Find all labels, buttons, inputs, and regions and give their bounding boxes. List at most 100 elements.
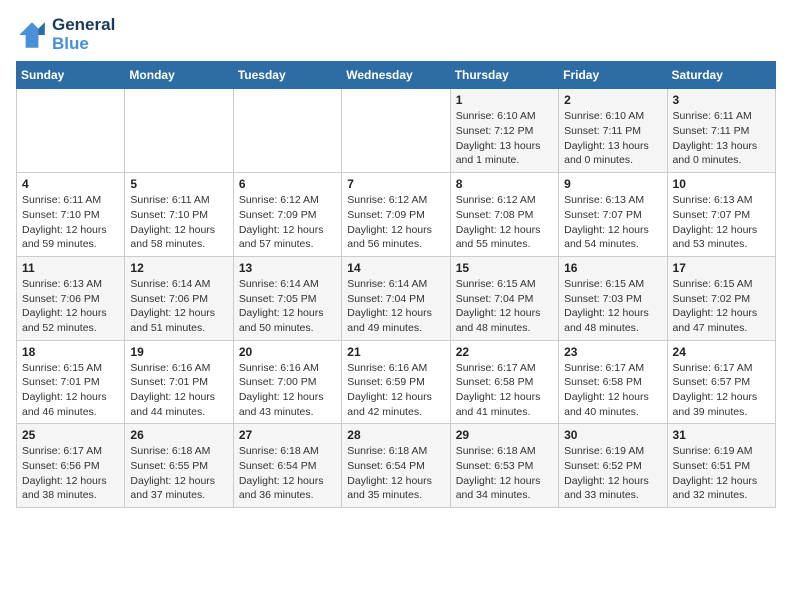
day-number: 13 [239, 261, 336, 275]
day-number: 31 [673, 428, 770, 442]
day-info: Sunrise: 6:10 AM Sunset: 7:11 PM Dayligh… [564, 109, 661, 168]
logo-icon [16, 19, 48, 51]
day-number: 2 [564, 93, 661, 107]
day-number: 8 [456, 177, 553, 191]
calendar-week-row: 4 Sunrise: 6:11 AM Sunset: 7:10 PM Daylig… [17, 173, 776, 257]
day-number: 18 [22, 345, 119, 359]
calendar-week-row: 18 Sunrise: 6:15 AM Sunset: 7:01 PM Dayli… [17, 340, 776, 424]
calendar-cell: 7 Sunrise: 6:12 AM Sunset: 7:09 PM Daylig… [342, 173, 450, 257]
day-number: 22 [456, 345, 553, 359]
calendar-cell: 3 Sunrise: 6:11 AM Sunset: 7:11 PM Daylig… [667, 89, 775, 173]
day-info: Sunrise: 6:19 AM Sunset: 6:51 PM Dayligh… [673, 444, 770, 503]
column-header-thursday: Thursday [450, 62, 558, 89]
day-info: Sunrise: 6:14 AM Sunset: 7:04 PM Dayligh… [347, 277, 444, 336]
calendar-cell: 4 Sunrise: 6:11 AM Sunset: 7:10 PM Daylig… [17, 173, 125, 257]
day-info: Sunrise: 6:13 AM Sunset: 7:07 PM Dayligh… [564, 193, 661, 252]
page-header: General Blue [16, 16, 776, 53]
calendar-cell: 8 Sunrise: 6:12 AM Sunset: 7:08 PM Daylig… [450, 173, 558, 257]
day-number: 12 [130, 261, 227, 275]
logo: General Blue [16, 16, 115, 53]
day-number: 28 [347, 428, 444, 442]
day-number: 23 [564, 345, 661, 359]
day-number: 4 [22, 177, 119, 191]
column-header-tuesday: Tuesday [233, 62, 341, 89]
calendar-cell: 18 Sunrise: 6:15 AM Sunset: 7:01 PM Dayli… [17, 340, 125, 424]
calendar-cell [125, 89, 233, 173]
calendar-cell: 31 Sunrise: 6:19 AM Sunset: 6:51 PM Dayli… [667, 424, 775, 508]
day-info: Sunrise: 6:18 AM Sunset: 6:54 PM Dayligh… [239, 444, 336, 503]
day-info: Sunrise: 6:15 AM Sunset: 7:04 PM Dayligh… [456, 277, 553, 336]
day-number: 1 [456, 93, 553, 107]
day-info: Sunrise: 6:19 AM Sunset: 6:52 PM Dayligh… [564, 444, 661, 503]
day-info: Sunrise: 6:13 AM Sunset: 7:07 PM Dayligh… [673, 193, 770, 252]
day-info: Sunrise: 6:15 AM Sunset: 7:03 PM Dayligh… [564, 277, 661, 336]
day-info: Sunrise: 6:14 AM Sunset: 7:06 PM Dayligh… [130, 277, 227, 336]
calendar-cell: 20 Sunrise: 6:16 AM Sunset: 7:00 PM Dayli… [233, 340, 341, 424]
calendar-cell: 22 Sunrise: 6:17 AM Sunset: 6:58 PM Dayli… [450, 340, 558, 424]
day-info: Sunrise: 6:16 AM Sunset: 7:00 PM Dayligh… [239, 361, 336, 420]
column-header-monday: Monday [125, 62, 233, 89]
calendar-week-row: 1Sunrise: 6:10 AM Sunset: 7:12 PM Daylig… [17, 89, 776, 173]
calendar-cell: 27Sunrise: 6:18 AM Sunset: 6:54 PM Dayli… [233, 424, 341, 508]
day-info: Sunrise: 6:17 AM Sunset: 6:58 PM Dayligh… [564, 361, 661, 420]
calendar-table: SundayMondayTuesdayWednesdayThursdayFrid… [16, 61, 776, 508]
calendar-cell: 14 Sunrise: 6:14 AM Sunset: 7:04 PM Dayli… [342, 256, 450, 340]
day-number: 10 [673, 177, 770, 191]
calendar-week-row: 25 Sunrise: 6:17 AM Sunset: 6:56 PM Dayli… [17, 424, 776, 508]
calendar-cell [17, 89, 125, 173]
day-info: Sunrise: 6:17 AM Sunset: 6:56 PM Dayligh… [22, 444, 119, 503]
column-header-sunday: Sunday [17, 62, 125, 89]
calendar-cell: 5 Sunrise: 6:11 AM Sunset: 7:10 PM Daylig… [125, 173, 233, 257]
calendar-cell: 11Sunrise: 6:13 AM Sunset: 7:06 PM Dayli… [17, 256, 125, 340]
calendar-cell: 29Sunrise: 6:18 AM Sunset: 6:53 PM Dayli… [450, 424, 558, 508]
day-info: Sunrise: 6:14 AM Sunset: 7:05 PM Dayligh… [239, 277, 336, 336]
calendar-cell: 26 Sunrise: 6:18 AM Sunset: 6:55 PM Dayli… [125, 424, 233, 508]
day-number: 17 [673, 261, 770, 275]
calendar-cell: 1Sunrise: 6:10 AM Sunset: 7:12 PM Daylig… [450, 89, 558, 173]
calendar-cell: 21 Sunrise: 6:16 AM Sunset: 6:59 PM Dayli… [342, 340, 450, 424]
day-number: 24 [673, 345, 770, 359]
calendar-cell: 28 Sunrise: 6:18 AM Sunset: 6:54 PM Dayli… [342, 424, 450, 508]
calendar-cell [233, 89, 341, 173]
day-info: Sunrise: 6:13 AM Sunset: 7:06 PM Dayligh… [22, 277, 119, 336]
day-info: Sunrise: 6:12 AM Sunset: 7:08 PM Dayligh… [456, 193, 553, 252]
day-number: 16 [564, 261, 661, 275]
day-number: 26 [130, 428, 227, 442]
calendar-cell: 6Sunrise: 6:12 AM Sunset: 7:09 PM Daylig… [233, 173, 341, 257]
day-number: 5 [130, 177, 227, 191]
day-info: Sunrise: 6:16 AM Sunset: 6:59 PM Dayligh… [347, 361, 444, 420]
day-info: Sunrise: 6:18 AM Sunset: 6:53 PM Dayligh… [456, 444, 553, 503]
day-info: Sunrise: 6:15 AM Sunset: 7:01 PM Dayligh… [22, 361, 119, 420]
day-number: 19 [130, 345, 227, 359]
day-info: Sunrise: 6:17 AM Sunset: 6:58 PM Dayligh… [456, 361, 553, 420]
column-header-wednesday: Wednesday [342, 62, 450, 89]
calendar-cell: 25 Sunrise: 6:17 AM Sunset: 6:56 PM Dayli… [17, 424, 125, 508]
calendar-cell: 16 Sunrise: 6:15 AM Sunset: 7:03 PM Dayli… [559, 256, 667, 340]
day-number: 20 [239, 345, 336, 359]
day-number: 21 [347, 345, 444, 359]
calendar-cell: 30 Sunrise: 6:19 AM Sunset: 6:52 PM Dayli… [559, 424, 667, 508]
day-info: Sunrise: 6:18 AM Sunset: 6:55 PM Dayligh… [130, 444, 227, 503]
column-header-friday: Friday [559, 62, 667, 89]
day-info: Sunrise: 6:18 AM Sunset: 6:54 PM Dayligh… [347, 444, 444, 503]
day-number: 25 [22, 428, 119, 442]
calendar-cell: 24 Sunrise: 6:17 AM Sunset: 6:57 PM Dayli… [667, 340, 775, 424]
day-info: Sunrise: 6:17 AM Sunset: 6:57 PM Dayligh… [673, 361, 770, 420]
day-number: 3 [673, 93, 770, 107]
day-info: Sunrise: 6:12 AM Sunset: 7:09 PM Dayligh… [347, 193, 444, 252]
calendar-cell: 9Sunrise: 6:13 AM Sunset: 7:07 PM Daylig… [559, 173, 667, 257]
day-info: Sunrise: 6:11 AM Sunset: 7:10 PM Dayligh… [22, 193, 119, 252]
calendar-cell: 10 Sunrise: 6:13 AM Sunset: 7:07 PM Dayli… [667, 173, 775, 257]
calendar-cell: 15Sunrise: 6:15 AM Sunset: 7:04 PM Dayli… [450, 256, 558, 340]
calendar-cell: 12 Sunrise: 6:14 AM Sunset: 7:06 PM Dayli… [125, 256, 233, 340]
day-number: 30 [564, 428, 661, 442]
day-info: Sunrise: 6:15 AM Sunset: 7:02 PM Dayligh… [673, 277, 770, 336]
day-number: 7 [347, 177, 444, 191]
calendar-cell: 17 Sunrise: 6:15 AM Sunset: 7:02 PM Dayli… [667, 256, 775, 340]
day-info: Sunrise: 6:11 AM Sunset: 7:11 PM Dayligh… [673, 109, 770, 168]
day-info: Sunrise: 6:12 AM Sunset: 7:09 PM Dayligh… [239, 193, 336, 252]
calendar-cell: 23 Sunrise: 6:17 AM Sunset: 6:58 PM Dayli… [559, 340, 667, 424]
calendar-header-row: SundayMondayTuesdayWednesdayThursdayFrid… [17, 62, 776, 89]
day-number: 14 [347, 261, 444, 275]
day-info: Sunrise: 6:11 AM Sunset: 7:10 PM Dayligh… [130, 193, 227, 252]
